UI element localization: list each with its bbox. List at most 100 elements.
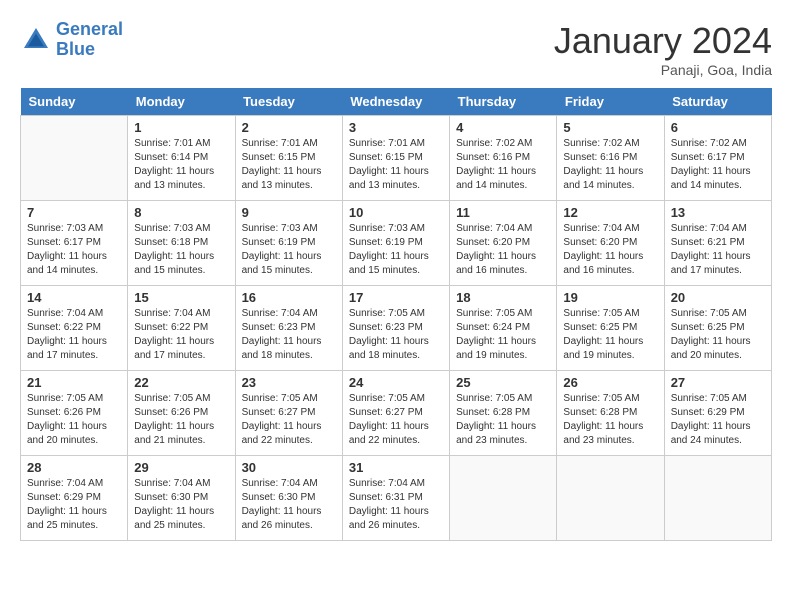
day-info: Sunrise: 7:01 AMSunset: 6:15 PMDaylight:… [242,137,336,193]
calendar-cell: 12 Sunrise: 7:04 AMSunset: 6:20 PMDayligh… [557,201,664,286]
day-number: 29 [134,460,228,475]
day-number: 16 [242,290,336,305]
day-info: Sunrise: 7:04 AMSunset: 6:29 PMDaylight:… [27,477,121,533]
day-number: 12 [563,205,657,220]
calendar-cell: 7 Sunrise: 7:03 AMSunset: 6:17 PMDaylight… [21,201,128,286]
day-number: 3 [349,120,443,135]
calendar-week-row: 21 Sunrise: 7:05 AMSunset: 6:26 PMDayligh… [21,371,772,456]
calendar-cell: 4 Sunrise: 7:02 AMSunset: 6:16 PMDaylight… [450,116,557,201]
calendar-cell [664,456,771,541]
day-info: Sunrise: 7:01 AMSunset: 6:15 PMDaylight:… [349,137,443,193]
day-info: Sunrise: 7:04 AMSunset: 6:20 PMDaylight:… [456,222,550,278]
day-info: Sunrise: 7:05 AMSunset: 6:26 PMDaylight:… [134,392,228,448]
calendar-cell: 6 Sunrise: 7:02 AMSunset: 6:17 PMDaylight… [664,116,771,201]
calendar-cell: 28 Sunrise: 7:04 AMSunset: 6:29 PMDayligh… [21,456,128,541]
calendar-cell: 5 Sunrise: 7:02 AMSunset: 6:16 PMDaylight… [557,116,664,201]
calendar-cell: 9 Sunrise: 7:03 AMSunset: 6:19 PMDaylight… [235,201,342,286]
day-info: Sunrise: 7:02 AMSunset: 6:17 PMDaylight:… [671,137,765,193]
logo-line2: Blue [56,39,95,59]
day-info: Sunrise: 7:05 AMSunset: 6:25 PMDaylight:… [671,307,765,363]
day-info: Sunrise: 7:03 AMSunset: 6:19 PMDaylight:… [242,222,336,278]
day-number: 10 [349,205,443,220]
weekday-header-row: SundayMondayTuesdayWednesdayThursdayFrid… [21,88,772,116]
calendar-cell: 18Sunrise: 7:05 AMSunset: 6:24 PMDayligh… [450,286,557,371]
calendar-cell: 30 Sunrise: 7:04 AMSunset: 6:30 PMDayligh… [235,456,342,541]
title-section: January 2024 Panaji, Goa, India [554,20,772,78]
day-number: 4 [456,120,550,135]
calendar-cell: 11 Sunrise: 7:04 AMSunset: 6:20 PMDayligh… [450,201,557,286]
calendar-week-row: 28 Sunrise: 7:04 AMSunset: 6:29 PMDayligh… [21,456,772,541]
weekday-header: Wednesday [342,88,449,116]
day-info: Sunrise: 7:04 AMSunset: 6:21 PMDaylight:… [671,222,765,278]
calendar-cell: 23 Sunrise: 7:05 AMSunset: 6:27 PMDayligh… [235,371,342,456]
calendar-cell: 20 Sunrise: 7:05 AMSunset: 6:25 PMDayligh… [664,286,771,371]
weekday-header: Thursday [450,88,557,116]
day-number: 30 [242,460,336,475]
day-info: Sunrise: 7:05 AMSunset: 6:28 PMDaylight:… [456,392,550,448]
month-title: January 2024 [554,20,772,62]
day-info: Sunrise: 7:05 AMSunset: 6:27 PMDaylight:… [349,392,443,448]
day-number: 27 [671,375,765,390]
calendar-cell: 27 Sunrise: 7:05 AMSunset: 6:29 PMDayligh… [664,371,771,456]
weekday-header: Sunday [21,88,128,116]
day-number: 21 [27,375,121,390]
day-info: Sunrise: 7:04 AMSunset: 6:31 PMDaylight:… [349,477,443,533]
day-number: 13 [671,205,765,220]
calendar-cell: 25 Sunrise: 7:05 AMSunset: 6:28 PMDayligh… [450,371,557,456]
calendar-cell: 31 Sunrise: 7:04 AMSunset: 6:31 PMDayligh… [342,456,449,541]
calendar-cell [21,116,128,201]
calendar-week-row: 7 Sunrise: 7:03 AMSunset: 6:17 PMDaylight… [21,201,772,286]
day-info: Sunrise: 7:05 AMSunset: 6:26 PMDaylight:… [27,392,121,448]
day-info: Sunrise: 7:02 AMSunset: 6:16 PMDaylight:… [456,137,550,193]
day-info: Sunrise: 7:05 AMSunset: 6:24 PMDaylight:… [456,307,550,363]
day-info: Sunrise: 7:04 AMSunset: 6:30 PMDaylight:… [134,477,228,533]
day-number: 2 [242,120,336,135]
day-number: 26 [563,375,657,390]
calendar-cell: 29 Sunrise: 7:04 AMSunset: 6:30 PMDayligh… [128,456,235,541]
weekday-header: Friday [557,88,664,116]
day-number: 25 [456,375,550,390]
day-info: Sunrise: 7:03 AMSunset: 6:17 PMDaylight:… [27,222,121,278]
calendar-cell [557,456,664,541]
calendar-cell: 22Sunrise: 7:05 AMSunset: 6:26 PMDayligh… [128,371,235,456]
day-info: Sunrise: 7:05 AMSunset: 6:29 PMDaylight:… [671,392,765,448]
location-subtitle: Panaji, Goa, India [554,62,772,78]
weekday-header: Tuesday [235,88,342,116]
day-info: Sunrise: 7:04 AMSunset: 6:30 PMDaylight:… [242,477,336,533]
calendar-cell: 1Sunrise: 7:01 AMSunset: 6:14 PMDaylight… [128,116,235,201]
day-info: Sunrise: 7:04 AMSunset: 6:22 PMDaylight:… [27,307,121,363]
day-number: 20 [671,290,765,305]
day-number: 23 [242,375,336,390]
calendar-header: SundayMondayTuesdayWednesdayThursdayFrid… [21,88,772,116]
day-info: Sunrise: 7:04 AMSunset: 6:20 PMDaylight:… [563,222,657,278]
day-number: 17 [349,290,443,305]
day-number: 9 [242,205,336,220]
day-number: 15 [134,290,228,305]
day-info: Sunrise: 7:03 AMSunset: 6:19 PMDaylight:… [349,222,443,278]
day-number: 8 [134,205,228,220]
day-number: 6 [671,120,765,135]
day-number: 31 [349,460,443,475]
day-info: Sunrise: 7:05 AMSunset: 6:27 PMDaylight:… [242,392,336,448]
calendar-cell [450,456,557,541]
calendar-cell: 2 Sunrise: 7:01 AMSunset: 6:15 PMDaylight… [235,116,342,201]
day-number: 19 [563,290,657,305]
calendar-cell: 19Sunrise: 7:05 AMSunset: 6:25 PMDayligh… [557,286,664,371]
day-number: 5 [563,120,657,135]
calendar-cell: 16 Sunrise: 7:04 AMSunset: 6:23 PMDayligh… [235,286,342,371]
logo-line1: General [56,19,123,39]
calendar-cell: 15 Sunrise: 7:04 AMSunset: 6:22 PMDayligh… [128,286,235,371]
day-number: 7 [27,205,121,220]
day-number: 11 [456,205,550,220]
day-info: Sunrise: 7:05 AMSunset: 6:23 PMDaylight:… [349,307,443,363]
day-info: Sunrise: 7:03 AMSunset: 6:18 PMDaylight:… [134,222,228,278]
calendar-week-row: 1Sunrise: 7:01 AMSunset: 6:14 PMDaylight… [21,116,772,201]
day-info: Sunrise: 7:02 AMSunset: 6:16 PMDaylight:… [563,137,657,193]
day-number: 24 [349,375,443,390]
day-info: Sunrise: 7:05 AMSunset: 6:28 PMDaylight:… [563,392,657,448]
day-info: Sunrise: 7:04 AMSunset: 6:23 PMDaylight:… [242,307,336,363]
day-info: Sunrise: 7:04 AMSunset: 6:22 PMDaylight:… [134,307,228,363]
calendar-cell: 13 Sunrise: 7:04 AMSunset: 6:21 PMDayligh… [664,201,771,286]
calendar-cell: 14Sunrise: 7:04 AMSunset: 6:22 PMDayligh… [21,286,128,371]
day-number: 28 [27,460,121,475]
